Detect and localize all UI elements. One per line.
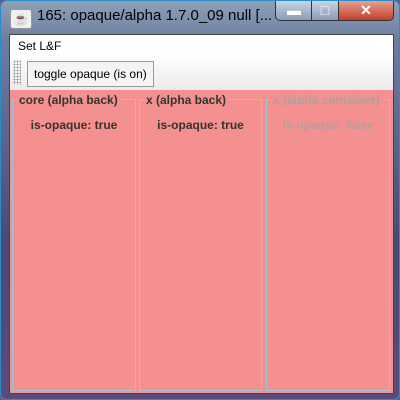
panel-status: is-opaque: true [157, 118, 244, 132]
panel-title: x (alpha container) [271, 93, 382, 107]
app-window: ☕ 165: opaque/alpha 1.7.0_09 null [... ▬… [0, 0, 400, 400]
menu-set-laf[interactable]: Set L&F [18, 39, 61, 53]
panel-x-alpha-container: x (alpha container) is-opaque: false [266, 93, 390, 391]
panel-status: is-opaque: false [282, 118, 374, 132]
panel-status: is-opaque: true [30, 118, 118, 132]
content-pane: Set L&F toggle opaque (is on) core (alph… [9, 34, 394, 394]
menu-bar: Set L&F [10, 35, 393, 55]
toolbar: toggle opaque (is on) [10, 55, 393, 90]
panel-title: x (alpha back) [144, 93, 229, 107]
panel-core-alpha-back: core (alpha back) is-opaque: true [12, 93, 136, 391]
minimize-button[interactable]: ▬ [275, 1, 313, 21]
panels-container: core (alpha back) is-opaque: true x (alp… [10, 90, 393, 393]
window-title: 165: opaque/alpha 1.7.0_09 null [... [37, 7, 273, 24]
toggle-opaque-button[interactable]: toggle opaque (is on) [27, 61, 154, 87]
panel-x-alpha-back: x (alpha back) is-opaque: true [139, 93, 262, 391]
maximize-button[interactable]: □ [311, 1, 339, 21]
toolbar-grip-handle[interactable] [13, 60, 21, 85]
close-button[interactable]: ✕ [338, 1, 394, 21]
panel-title: core (alpha back) [17, 93, 120, 107]
java-cup-icon: ☕ [10, 9, 32, 29]
